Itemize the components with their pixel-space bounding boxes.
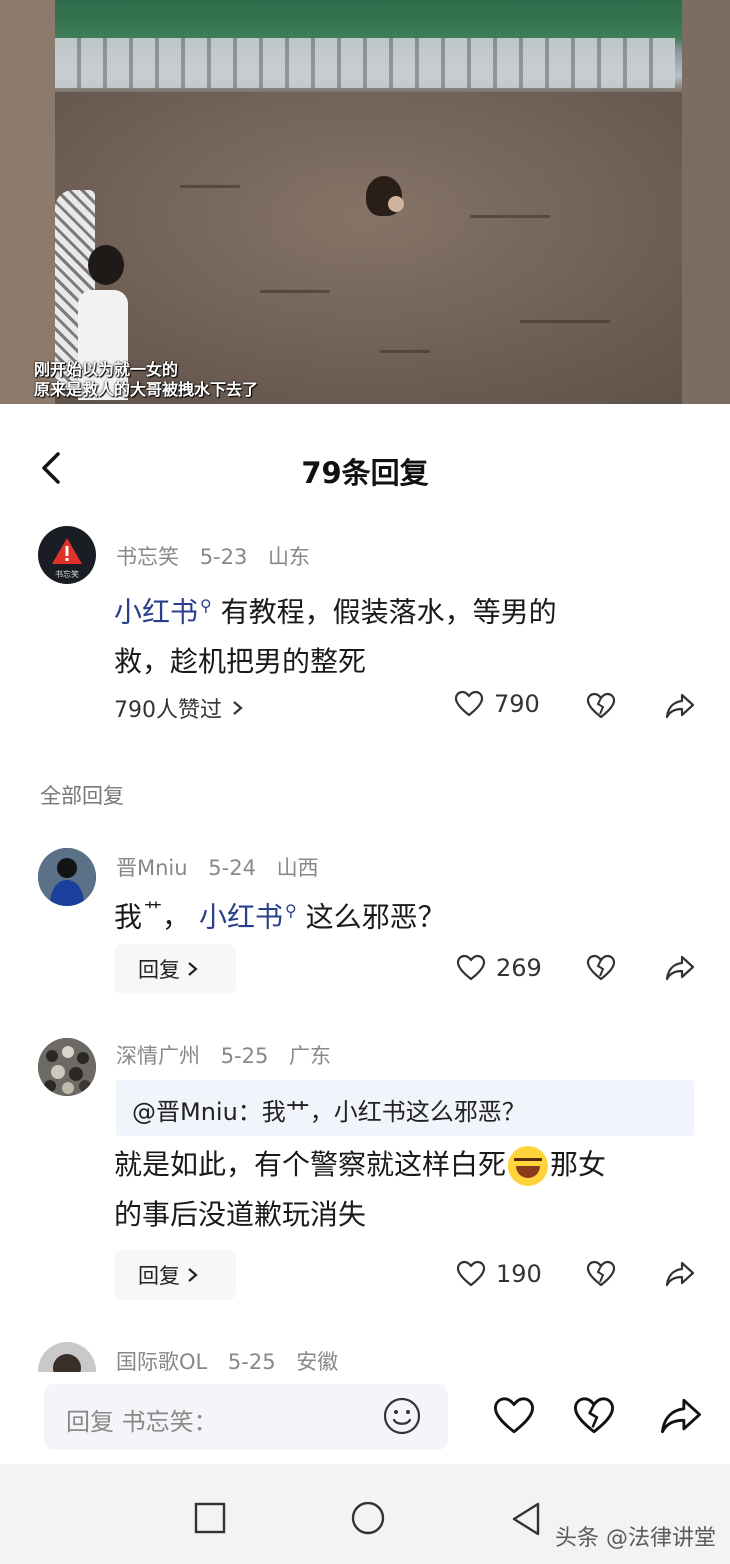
comment-meta: 书忘笑 5-23 山东: [116, 541, 324, 571]
reply-text-sup: 艹: [144, 900, 163, 921]
chevron-right-icon: [233, 701, 243, 715]
reply-text-1b: 那女: [550, 1148, 607, 1181]
like-count: 190: [496, 1260, 542, 1288]
broken-heart-icon[interactable]: [572, 1396, 616, 1440]
reply-location: 广东: [289, 1044, 332, 1068]
watermark: 头条 @法律讲堂: [555, 1526, 716, 1551]
broken-heart-icon[interactable]: [586, 1260, 616, 1292]
chevron-right-icon: [188, 1268, 198, 1282]
reply-button-label: 回复: [138, 958, 180, 982]
broken-heart-icon[interactable]: [586, 954, 616, 986]
search-icon[interactable]: ⚲: [200, 596, 212, 615]
recent-apps-icon[interactable]: [194, 1502, 226, 1538]
reply-location: 安徽: [296, 1350, 339, 1374]
avatar[interactable]: [38, 1342, 96, 1372]
reply-date: 5-24: [208, 856, 256, 880]
search-link[interactable]: 小红书: [199, 900, 283, 933]
video-edge-right: [682, 0, 730, 404]
quoted-reply[interactable]: @晋Mniu：我艹，小红书这么邪恶？: [116, 1080, 694, 1136]
reply-author[interactable]: 晋Mniu: [116, 856, 188, 880]
avatar[interactable]: 书忘笑: [38, 526, 96, 584]
heart-icon: [456, 1260, 486, 1287]
reply-text-1: 就是如此，有个警察就这样白死: [114, 1148, 507, 1181]
search-link[interactable]: 小红书: [114, 595, 198, 628]
search-icon[interactable]: ⚲: [285, 901, 297, 920]
reply-button[interactable]: 回复: [114, 1250, 236, 1300]
video-edge-left: [0, 0, 55, 404]
crying-laughing-emoji-icon: [508, 1146, 549, 1186]
reply-date: 5-25: [220, 1044, 269, 1068]
avatar-label: 书忘笑: [55, 569, 79, 579]
video-subtitle-2: 原来是救人的大哥被拽水下去了: [34, 380, 259, 399]
share-icon[interactable]: [658, 1396, 704, 1440]
system-nav-bar: 头条 @法律讲堂: [0, 1464, 730, 1564]
heart-icon: [456, 954, 486, 981]
reply-button-label: 回复: [138, 1264, 180, 1288]
reply-location: 山西: [276, 856, 319, 880]
smiley-icon[interactable]: [382, 1396, 422, 1440]
reply-meta: 晋Mniu 5-24 山西: [116, 852, 333, 882]
like-button[interactable]: 269: [456, 954, 542, 982]
heart-icon[interactable]: [492, 1396, 536, 1440]
avatar[interactable]: [38, 1038, 96, 1096]
comment-body: 小红书 ⚲ 有教程，假装落水，等男的 救，趁机把男的整死: [114, 581, 704, 687]
home-icon[interactable]: [350, 1501, 386, 1542]
sheet-header: 79条回复: [0, 404, 730, 530]
reply-text-2: 这么邪恶？: [305, 900, 446, 934]
fence-posts: [55, 38, 675, 88]
comment-date: 5-23: [199, 545, 248, 569]
comment-text-2: 救，趁机把男的整死: [114, 645, 367, 679]
reply-text-comma: ，: [162, 900, 191, 934]
swimmer-face: [388, 196, 404, 212]
reply-button[interactable]: 回复: [114, 944, 236, 994]
reply-meta: 深情广州 5-25 广东: [116, 1040, 345, 1070]
reply-input-bar: 回复 书忘笑：: [0, 1372, 730, 1464]
page-title: 79条回复: [301, 456, 429, 490]
chevron-right-icon: [188, 962, 198, 976]
like-button[interactable]: 790: [454, 690, 540, 718]
back-triangle-icon[interactable]: [510, 1502, 542, 1540]
like-button[interactable]: 190: [456, 1260, 542, 1288]
reply-author[interactable]: 国际歌OL: [116, 1350, 207, 1374]
share-icon[interactable]: [664, 692, 696, 724]
share-icon[interactable]: [664, 1260, 696, 1292]
liked-by-row[interactable]: 790人赞过: [114, 692, 246, 724]
reply-date: 5-25: [227, 1350, 276, 1374]
comment-author[interactable]: 书忘笑: [116, 545, 179, 569]
share-icon[interactable]: [664, 954, 696, 986]
section-label: 全部回复: [40, 784, 124, 808]
reply-author[interactable]: 深情广州: [116, 1044, 200, 1068]
like-count: 269: [496, 954, 542, 982]
avatar[interactable]: [38, 848, 96, 906]
video-subtitle-1: 刚开始以为就一女的: [34, 360, 179, 379]
video-player[interactable]: 刚开始以为就一女的 原来是救人的大哥被拽水下去了: [0, 0, 730, 404]
reply-text-1: 我: [114, 900, 143, 934]
comment-sheet: 79条回复 书忘笑 书忘笑 5-23 山东 小红书 ⚲ 有教程，假装落水，等男的 …: [0, 404, 730, 1460]
comment-text-1: 有教程，假装落水，等男的: [220, 595, 557, 629]
bystander-2-head: [88, 245, 124, 285]
comment-location: 山东: [268, 545, 311, 569]
heart-icon: [454, 690, 484, 717]
reply-body: 就是如此，有个警察就这样白死 那女 的事后没道歉玩消失: [114, 1140, 704, 1240]
broken-heart-icon[interactable]: [586, 692, 616, 724]
liked-by-label: 790人赞过: [114, 698, 222, 723]
reply-body: 我艹， 小红书 ⚲ 这么邪恶？: [114, 886, 704, 942]
reply-text-2: 的事后没道歉玩消失: [114, 1198, 367, 1231]
like-count: 790: [494, 690, 540, 718]
